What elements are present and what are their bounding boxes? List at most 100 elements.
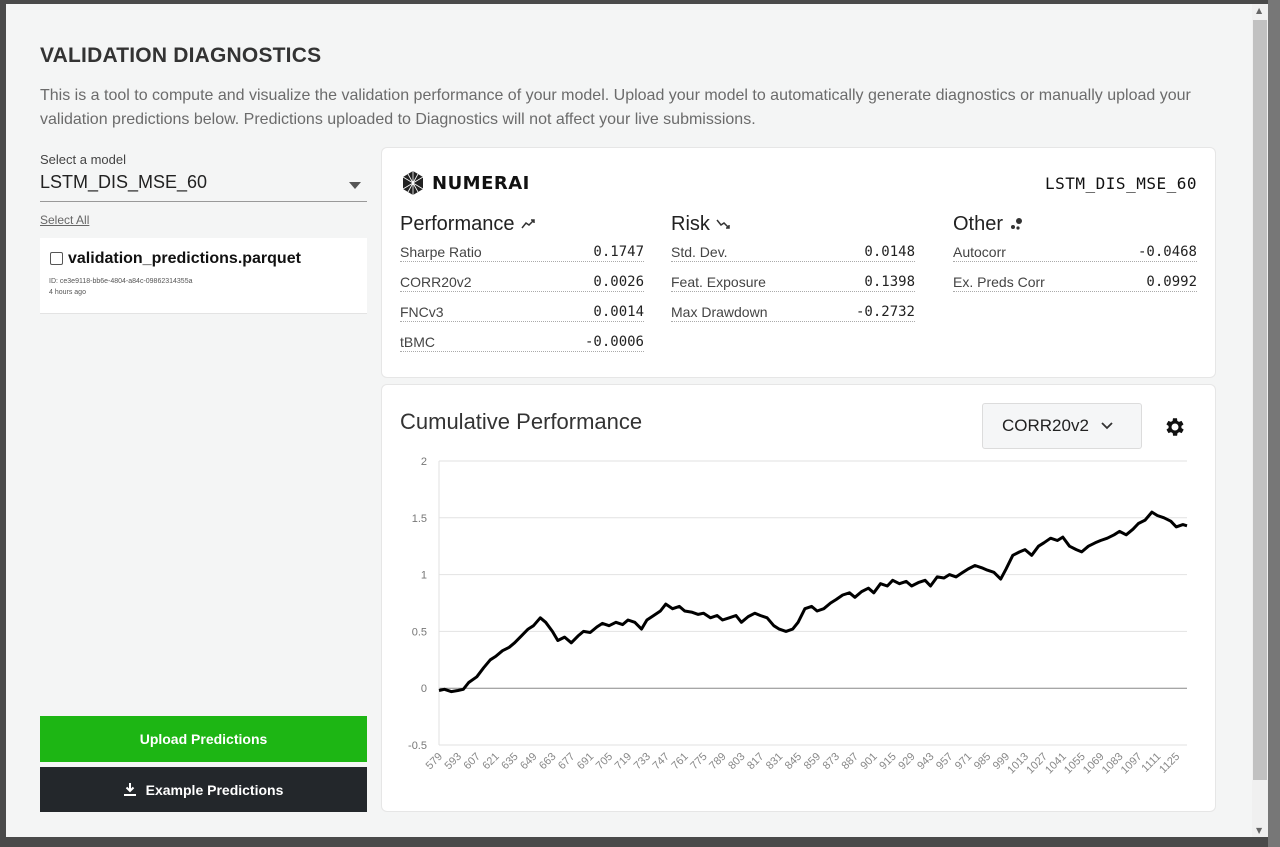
stat-label: FNCv3 <box>400 304 444 320</box>
chart-card: Cumulative Performance CORR20v2 -0.5 0 0.5… <box>381 384 1216 812</box>
cumulative-performance-chart: -0.5 0 0.5 1 1.5 2 579593607621635649663677691… <box>408 456 1188 776</box>
x-tick-label: 677 <box>556 751 577 772</box>
stat-label: Feat. Exposure <box>671 274 766 290</box>
x-tick-label: 691 <box>575 751 596 772</box>
upload-predictions-label: Upload Predictions <box>139 731 268 747</box>
risk-heading: Risk <box>671 212 915 236</box>
y-tick-label: 0 <box>421 683 427 695</box>
y-tick-label: 1 <box>421 570 427 582</box>
x-tick-label: 761 <box>669 751 690 772</box>
metric-dropdown[interactable]: CORR20v2 <box>982 403 1142 449</box>
scroll-up-arrow-icon[interactable]: ▲ <box>1256 6 1262 15</box>
series-line <box>438 510 1188 694</box>
stat-row: Autocorr -0.0468 <box>953 236 1197 262</box>
chevron-down-icon <box>1101 422 1113 430</box>
x-tick-label: 971 <box>953 751 974 772</box>
x-tick-label: 929 <box>896 751 917 772</box>
x-tick-label: 775 <box>688 751 709 772</box>
stat-value: 0.1398 <box>864 274 915 290</box>
x-tick-label: 859 <box>802 751 823 772</box>
stat-row: FNCv3 0.0014 <box>400 292 644 322</box>
stat-label: Autocorr <box>953 244 1006 260</box>
chart-title: Cumulative Performance <box>400 409 643 434</box>
trending-down-icon <box>716 219 730 229</box>
x-tick-label: 607 <box>461 751 482 772</box>
model-select[interactable]: LSTM_DIS_MSE_60 <box>40 172 367 202</box>
x-tick-label: 635 <box>499 751 520 772</box>
file-name: validation_predictions.parquet <box>68 250 301 267</box>
gear-icon[interactable] <box>1163 415 1187 439</box>
file-checkbox[interactable] <box>50 252 63 265</box>
performance-section: Performance Sharpe Ratio 0.1747 CORR20v2 0… <box>400 212 644 352</box>
x-tick-label: 733 <box>632 751 653 772</box>
stat-row: Std. Dev. 0.0148 <box>671 236 915 262</box>
page-title: VALIDATION DIAGNOSTICS <box>40 44 322 67</box>
file-id: ID: ce3e9118-bb6e-4804-a84c-09862314355a <box>49 278 193 285</box>
stat-label: Std. Dev. <box>671 244 728 260</box>
background-page-edge <box>1268 0 1280 847</box>
stat-value: -0.0006 <box>584 334 644 350</box>
x-tick-label: 887 <box>840 751 861 772</box>
x-tick-label: 649 <box>518 751 539 772</box>
stat-row: tBMC -0.0006 <box>400 322 644 352</box>
scroll-down-arrow-icon[interactable]: ▼ <box>1256 826 1262 835</box>
stat-value: -0.2732 <box>855 304 915 320</box>
other-heading: Other <box>953 212 1197 236</box>
x-tick-label: 985 <box>972 751 993 772</box>
select-all-link[interactable]: Select All <box>40 213 89 227</box>
performance-title: Performance <box>400 212 515 235</box>
scatter-icon <box>1011 218 1023 230</box>
stat-label: Sharpe Ratio <box>400 244 482 260</box>
example-predictions-label: Example Predictions <box>145 781 284 798</box>
model-select-value: LSTM_DIS_MSE_60 <box>40 172 208 192</box>
stat-label: Ex. Preds Corr <box>953 274 1045 290</box>
x-tick-label: 593 <box>443 751 464 772</box>
download-icon <box>123 783 136 796</box>
stat-label: Max Drawdown <box>671 304 768 320</box>
caret-down-icon <box>349 182 361 189</box>
x-tick-label: 901 <box>858 751 879 772</box>
x-tick-label: 957 <box>934 751 955 772</box>
other-section: Other Autocorr -0.0468 Ex. Preds Corr 0.09… <box>953 212 1197 292</box>
diagnostics-modal: VALIDATION DIAGNOSTICS This is a tool to… <box>6 4 1252 837</box>
upload-predictions-button[interactable]: Upload Predictions <box>40 716 367 762</box>
numerai-logo-icon <box>402 171 424 195</box>
example-predictions-button[interactable]: Example Predictions <box>40 767 367 812</box>
stat-value: -0.0468 <box>1137 244 1197 260</box>
stat-value: 0.0148 <box>864 244 915 260</box>
stats-card: NUMERAI LSTM_DIS_MSE_60 Performance Shar… <box>381 147 1216 378</box>
x-tick-label: 803 <box>726 751 747 772</box>
trending-up-icon <box>520 219 535 229</box>
page-description: This is a tool to compute and visualize … <box>40 87 1191 128</box>
x-tick-label: 831 <box>764 751 785 772</box>
stat-row: CORR20v2 0.0026 <box>400 262 644 292</box>
numerai-logo: NUMERAI <box>400 170 530 196</box>
x-tick-label: 943 <box>915 751 936 772</box>
stat-value: 0.0014 <box>593 304 644 320</box>
file-item[interactable]: validation_predictions.parquet ID: ce3e9… <box>40 238 367 314</box>
y-tick-label: 0.5 <box>412 626 427 638</box>
x-tick-label: 747 <box>650 751 671 772</box>
stat-value: 0.0992 <box>1146 274 1197 290</box>
x-tick-label: 915 <box>877 751 898 772</box>
y-tick-label: 1.5 <box>412 513 427 525</box>
stat-label: tBMC <box>400 334 435 350</box>
scrollbar-thumb[interactable] <box>1253 20 1267 780</box>
file-time: 4 hours ago <box>49 289 86 296</box>
x-tick-label: 845 <box>783 751 804 772</box>
stat-row: Feat. Exposure 0.1398 <box>671 262 915 292</box>
model-select-label: Select a model <box>40 152 126 167</box>
modal-scrollbar[interactable]: ▲ ▼ <box>1252 4 1268 837</box>
x-tick-label: 719 <box>613 751 634 772</box>
x-tick-label: 817 <box>745 751 766 772</box>
stat-label: CORR20v2 <box>400 274 472 290</box>
x-tick-label: 579 <box>424 751 445 772</box>
numerai-brand: NUMERAI <box>432 172 530 194</box>
x-tick-label: 789 <box>707 751 728 772</box>
x-tick-label: 663 <box>537 751 558 772</box>
stat-row: Sharpe Ratio 0.1747 <box>400 236 644 262</box>
x-tick-label: 873 <box>821 751 842 772</box>
stats-model-name: LSTM_DIS_MSE_60 <box>1045 174 1197 193</box>
metric-dropdown-value: CORR20v2 <box>1002 416 1089 435</box>
other-title: Other <box>953 212 1004 235</box>
